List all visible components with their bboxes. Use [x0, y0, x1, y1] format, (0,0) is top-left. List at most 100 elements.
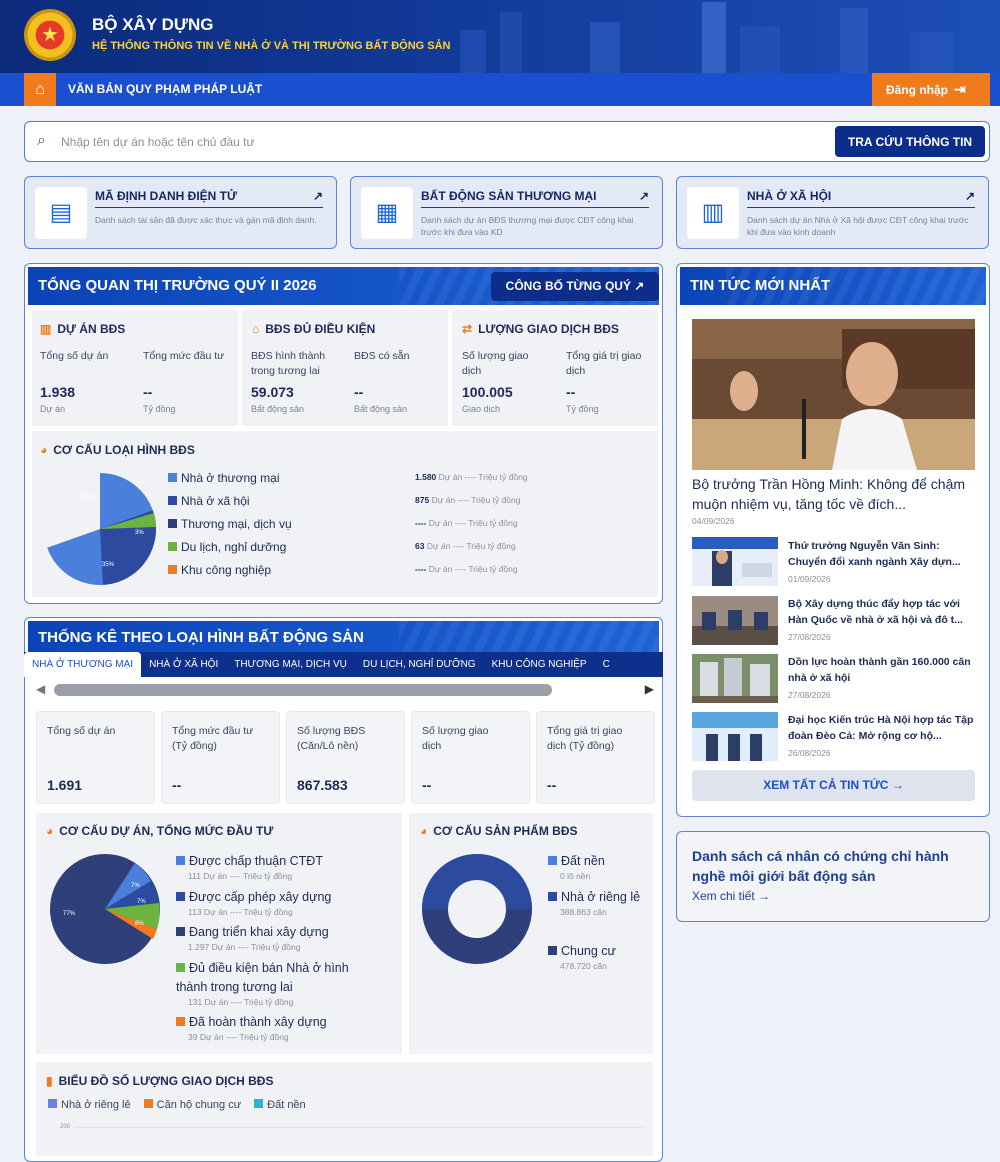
- card-social-housing[interactable]: ▥ NHÀ Ở XÃ HỘI ↗ Danh sách dự án Nhà ở Xã…: [676, 176, 989, 249]
- news-item-title[interactable]: Đại học Kiến trúc Hà Nội hợp tác Tập đoà…: [788, 712, 978, 744]
- stat-value: 59.073: [251, 384, 294, 400]
- news-thumbnail[interactable]: [692, 537, 778, 586]
- stat-value: 1.691: [47, 777, 83, 793]
- home-icon[interactable]: ⌂: [24, 73, 56, 106]
- legend-item: Du lịch, nghỉ dưỡng: [168, 540, 286, 555]
- news-item-title[interactable]: Dồn lực hoàn thành gần 160.000 căn nhà ở…: [788, 654, 978, 686]
- tab-more[interactable]: C: [595, 652, 618, 677]
- tab-commercial-service[interactable]: THƯƠNG MẠI, DỊCH VỤ: [226, 652, 355, 677]
- broker-list-title[interactable]: Danh sách cá nhân có chứng chỉ hành nghề…: [692, 846, 972, 886]
- legend-swatch: [168, 542, 177, 551]
- group-title: ▥ DỰ ÁN BĐS: [40, 322, 126, 336]
- product-title: ◕ CƠ CẤU SẢN PHẨM BĐS: [420, 824, 578, 838]
- tx-legend-item[interactable]: Đất nền: [267, 1099, 306, 1111]
- search-icon: ⌕: [37, 132, 46, 149]
- checkbox-icon[interactable]: [143, 1099, 153, 1108]
- donut-segment-house: [422, 854, 532, 910]
- login-label: Đăng nhập: [886, 83, 948, 97]
- publish-quarterly-button[interactable]: CÔNG BỐ TỪNG QUÝ ↗: [491, 272, 659, 301]
- tx-legend-item[interactable]: Căn hộ chung cư: [157, 1099, 241, 1111]
- legend-swatch: [168, 496, 177, 505]
- news-thumbnail[interactable]: [692, 596, 778, 645]
- search-input[interactable]: [61, 130, 841, 154]
- login-button[interactable]: Đăng nhập ⇥: [872, 73, 990, 106]
- checkbox-icon[interactable]: [48, 1099, 57, 1108]
- legend-swatch: [176, 1017, 185, 1026]
- stat-label: Tổng giá trị giao dịch: [566, 350, 642, 377]
- stat-box: Tổng mức đầu tư (Tỷ đồng) --: [161, 711, 280, 804]
- project-count: 1.580: [415, 472, 437, 482]
- legend-label: Đủ điều kiện bán Nhà ở hình thành trong …: [176, 961, 349, 994]
- nav-legal-documents[interactable]: VĂN BẢN QUY PHẠM PHÁP LUẬT: [68, 82, 262, 96]
- news-thumbnail[interactable]: [692, 712, 778, 761]
- tx-title: ▮ BIỂU ĐỒ SỐ LƯỢNG GIAO DỊCH BĐS: [46, 1074, 274, 1088]
- broker-detail-link[interactable]: Xem chi tiết →: [692, 889, 770, 903]
- tabs-scrollbar[interactable]: ◀ ▶: [36, 682, 654, 697]
- stat-box: Tổng số dự án 1.691: [36, 711, 155, 804]
- pie-label: 63%: [82, 494, 95, 500]
- scroll-left-icon[interactable]: ◀: [36, 682, 45, 696]
- stat-unit: Tỷ đồng: [566, 404, 599, 414]
- legend-swatch: [176, 856, 185, 865]
- main-news-image[interactable]: [692, 319, 975, 470]
- stat-label: Số lượng giao dịch: [462, 350, 529, 377]
- type-tabs: NHÀ Ở THƯƠNG MẠI NHÀ Ở XÃ HỘI THƯƠNG MẠI, …: [24, 652, 663, 677]
- stat-unit: Dự án: [40, 404, 66, 414]
- stat-unit: Tỷ đồng: [143, 404, 176, 414]
- card-title: NHÀ Ở XÃ HỘI: [747, 189, 832, 203]
- stat-box: Tổng giá trị giao dịch (Tỷ đồng) --: [536, 711, 655, 804]
- legend-values: ---- Dự án ---- Triệu tỷ đồng: [415, 518, 518, 528]
- system-name: HỆ THỐNG THÔNG TIN VỀ NHÀ Ở VÀ THỊ TRƯỜN…: [92, 40, 451, 52]
- site-header: ★ BỘ XÂY DỰNG HỆ THỐNG THÔNG TIN VỀ NHÀ …: [0, 0, 1000, 73]
- stat-box: Số lượng BĐS (Căn/Lô nền) 867.583: [286, 711, 405, 804]
- card-electronic-id[interactable]: ▤ MÃ ĐỊNH DANH ĐIỆN TỬ ↗ Danh sách tài sả…: [24, 176, 337, 249]
- tab-industrial-park[interactable]: KHU CÔNG NGHIỆP: [484, 652, 595, 677]
- stat-label: Tổng số dự án: [40, 350, 109, 362]
- stat-value: 867.583: [297, 777, 348, 793]
- legend-label: Đang triển khai xây dựng: [189, 925, 329, 939]
- scroll-thumb[interactable]: [54, 684, 552, 696]
- group-title: ⇄ LƯỢNG GIAO DỊCH BĐS: [462, 322, 619, 336]
- news-item-title[interactable]: Thứ trưởng Nguyễn Văn Sinh: Chuyển đổi x…: [788, 538, 978, 570]
- legend-sub: 111 Dự án ---- Triệu tỷ đồng: [188, 871, 293, 881]
- view-all-label: XEM TẤT CẢ TIN TỨC: [763, 778, 889, 792]
- stat-label: Số lượng giao dịch: [422, 725, 489, 752]
- stat-value: --: [143, 384, 153, 400]
- pie-label: 77%: [63, 911, 76, 917]
- count-unit: Dự án: [438, 472, 463, 482]
- invest-title: ◕ CƠ CẤU DỰ ÁN, TỔNG MỨC ĐẦU TƯ: [46, 824, 274, 838]
- count-unit: Dự án: [431, 495, 456, 505]
- detail-label: Xem chi tiết: [692, 889, 755, 903]
- overview-title: TỔNG QUAN THỊ TRƯỜNG QUÝ II 2026: [38, 277, 317, 294]
- invest-value: ----: [452, 541, 465, 551]
- tab-tourism-resort[interactable]: DU LỊCH, NGHỈ DƯỠNG: [355, 652, 484, 677]
- news-thumbnail[interactable]: [692, 654, 778, 703]
- legend-swatch: [168, 473, 177, 482]
- pie-label: 8%: [135, 921, 144, 927]
- legend-label: Nhà ở riêng lẻ: [561, 890, 641, 904]
- pie-label: 3%: [135, 530, 144, 536]
- news-date: 27/08/2026: [788, 690, 831, 700]
- news-item-title[interactable]: Bộ Xây dựng thúc đẩy hợp tác với Hàn Quố…: [788, 596, 978, 628]
- tab-social-housing[interactable]: NHÀ Ở XÃ HỘI: [141, 652, 226, 677]
- national-emblem-icon[interactable]: ★: [24, 9, 76, 61]
- project-count: 63: [415, 541, 425, 551]
- news-date: 27/08/2026: [788, 632, 831, 642]
- checkbox-icon[interactable]: [254, 1099, 264, 1108]
- scroll-right-icon[interactable]: ▶: [645, 682, 654, 696]
- stat-unit: Bất động sản: [354, 404, 408, 414]
- stat-unit: Bất động sản: [251, 404, 305, 414]
- product-donut-chart: [422, 854, 532, 964]
- tx-legend-item[interactable]: Nhà ở riêng lẻ: [61, 1099, 131, 1111]
- legend-item: Khu công nghiệp: [168, 563, 271, 578]
- search-button[interactable]: TRA CỨU THÔNG TIN: [835, 126, 985, 157]
- view-all-news-button[interactable]: XEM TẤT CẢ TIN TỨC →: [692, 770, 975, 801]
- arrow-up-right-icon: ↗: [964, 189, 975, 203]
- legend-item: Thương mại, dịch vụ: [168, 517, 292, 532]
- invest-value: ----: [454, 564, 467, 574]
- tab-commercial-housing[interactable]: NHÀ Ở THƯƠNG MẠI: [24, 652, 142, 677]
- building-icon: ▥: [40, 322, 52, 336]
- card-commercial-real-estate[interactable]: ▦ BẤT ĐỘNG SẢN THƯƠNG MẠI ↗ Danh sách dự …: [350, 176, 663, 249]
- main-news-title[interactable]: Bộ trưởng Trần Hồng Minh: Không để chậm …: [692, 474, 976, 514]
- legend-item: Nhà ở thương mại: [168, 471, 279, 486]
